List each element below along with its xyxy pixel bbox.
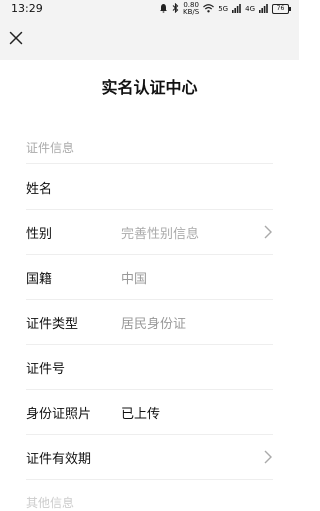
section-label-other-info: 其他信息	[26, 496, 75, 510]
id-validity-label: 证件有效期	[26, 452, 92, 467]
id-type-value: 居民身份证	[121, 317, 187, 332]
name-label: 姓名	[26, 182, 53, 197]
id-photo-label: 身份证照片	[26, 407, 92, 422]
name-row[interactable]: 姓名	[26, 164, 273, 210]
gender-label: 性别	[26, 227, 53, 242]
signal-icon-2	[259, 3, 268, 15]
close-icon	[9, 31, 23, 45]
id-photo-row[interactable]: 身份证照片 已上传	[26, 389, 273, 435]
nav-bar	[0, 18, 299, 60]
close-button[interactable]	[5, 27, 27, 49]
gender-value[interactable]: 完善性别信息	[121, 223, 199, 242]
network-label-1: 5G	[218, 4, 229, 13]
status-time: 13:29	[11, 2, 43, 15]
id-validity-row[interactable]: 证件有效期	[26, 434, 273, 480]
network-label-2: 4G	[245, 4, 255, 13]
id-number-row[interactable]: 证件号	[26, 344, 273, 390]
signal-icon-1	[232, 3, 241, 15]
page-title: 实名认证中心	[101, 78, 198, 97]
alarm-icon	[159, 3, 168, 15]
wifi-icon	[203, 3, 215, 15]
chevron-right-icon	[263, 449, 273, 465]
nationality-value: 中国	[121, 272, 148, 287]
chevron-right-icon	[263, 224, 273, 240]
id-photo-value: 已上传	[121, 407, 161, 422]
battery-icon: 76	[272, 4, 291, 14]
id-type-row: 证件类型 居民身份证	[26, 299, 273, 345]
nationality-row: 国籍 中国	[26, 254, 273, 300]
nationality-label: 国籍	[26, 272, 53, 287]
status-bar: 13:29 0.80 KB/S 5G 4G 76	[0, 0, 299, 18]
id-number-label: 证件号	[26, 362, 66, 377]
status-icons: 0.80 KB/S 5G 4G 76	[159, 2, 291, 16]
section-label-id-info: 证件信息	[26, 141, 75, 155]
speed-unit: KB/S	[183, 8, 200, 16]
network-speed: 0.80 KB/S	[183, 2, 199, 16]
gender-row[interactable]: 性别 完善性别信息	[26, 209, 273, 255]
bluetooth-icon	[172, 2, 179, 15]
id-type-label: 证件类型	[26, 317, 79, 332]
